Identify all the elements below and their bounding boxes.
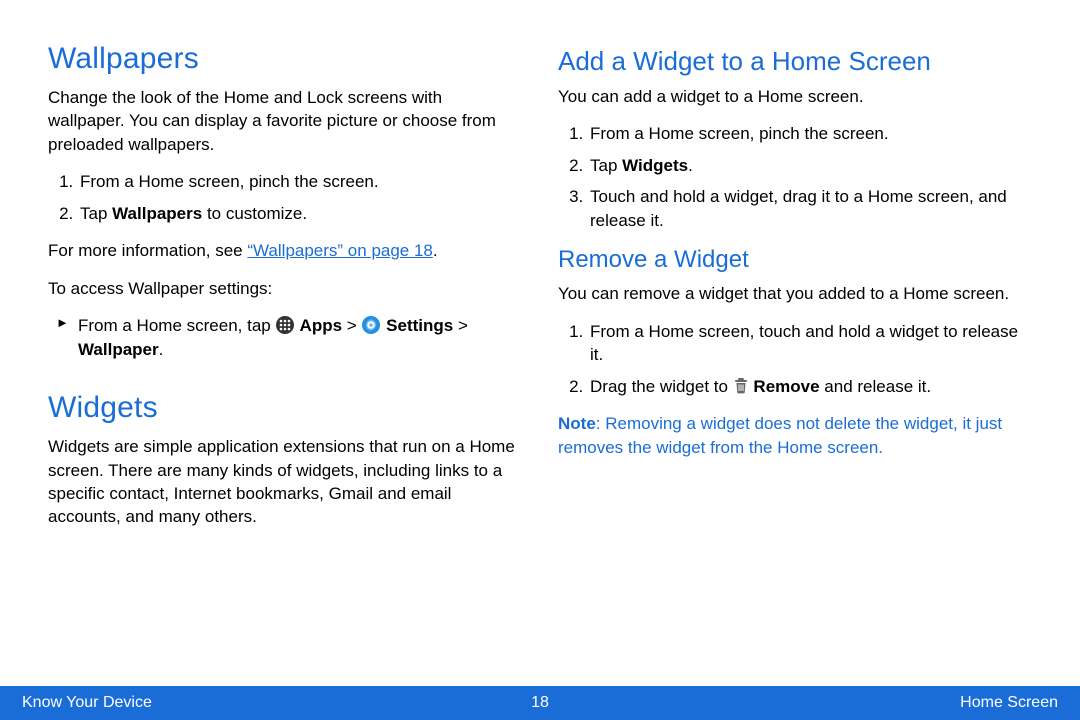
footer-left: Know Your Device <box>22 694 152 712</box>
apps-icon <box>276 316 294 334</box>
text: For more information, see <box>48 241 247 260</box>
text: Tap <box>590 156 622 175</box>
settings-icon <box>362 316 380 334</box>
text: . <box>159 340 164 359</box>
right-column: Add a Widget to a Home Screen You can ad… <box>558 42 1032 543</box>
bold-text: Wallpapers <box>112 204 202 223</box>
page: Wallpapers Change the look of the Home a… <box>0 0 1080 720</box>
text: . <box>433 241 438 260</box>
text: and release it. <box>820 377 932 396</box>
remove-widget-note: Note: Removing a widget does not delete … <box>558 412 1032 459</box>
note-label: Note <box>558 414 596 433</box>
text: Drag the widget to <box>590 377 733 396</box>
page-footer: Know Your Device 18 Home Screen <box>0 686 1080 720</box>
add-widget-intro: You can add a widget to a Home screen. <box>558 85 1032 108</box>
text: > <box>347 316 362 335</box>
remove-widget-intro: You can remove a widget that you added t… <box>558 282 1032 305</box>
bold-text: Widgets <box>622 156 688 175</box>
content-area: Wallpapers Change the look of the Home a… <box>0 0 1080 543</box>
remove-widget-step-2: Drag the widget to Remove and release it… <box>588 375 1032 398</box>
trash-icon <box>734 377 748 394</box>
add-widget-heading: Add a Widget to a Home Screen <box>558 46 1032 77</box>
wallpapers-intro: Change the look of the Home and Lock scr… <box>48 86 522 156</box>
text: to customize. <box>202 204 307 223</box>
widgets-heading: Widgets <box>48 391 522 425</box>
wallpapers-step-2: Tap Wallpapers to customize. <box>78 202 522 225</box>
bold-text: Settings <box>381 316 458 335</box>
wallpapers-access-item: From a Home screen, tap Apps > Settings … <box>56 314 522 361</box>
wallpapers-access-intro: To access Wallpaper settings: <box>48 277 522 300</box>
remove-widget-step-1: From a Home screen, touch and hold a wid… <box>588 320 1032 367</box>
add-widget-steps: From a Home screen, pinch the screen. Ta… <box>558 122 1032 232</box>
add-widget-step-2: Tap Widgets. <box>588 154 1032 177</box>
text: . <box>688 156 693 175</box>
add-widget-step-3: Touch and hold a widget, drag it to a Ho… <box>588 185 1032 232</box>
wallpapers-heading: Wallpapers <box>48 42 522 76</box>
footer-page-number: 18 <box>531 694 549 712</box>
note-text: : Removing a widget does not delete the … <box>558 414 1002 456</box>
wallpapers-access-list: From a Home screen, tap Apps > Settings … <box>48 314 522 361</box>
left-column: Wallpapers Change the look of the Home a… <box>48 42 522 543</box>
add-widget-step-1: From a Home screen, pinch the screen. <box>588 122 1032 145</box>
wallpapers-step-1: From a Home screen, pinch the screen. <box>78 170 522 193</box>
remove-widget-steps: From a Home screen, touch and hold a wid… <box>558 320 1032 398</box>
bold-text: Wallpaper <box>78 340 159 359</box>
bold-text: Remove <box>749 377 820 396</box>
text: > <box>458 316 468 335</box>
widgets-intro: Widgets are simple application extension… <box>48 435 522 529</box>
text: From a Home screen, tap <box>78 316 275 335</box>
wallpapers-page-link[interactable]: “Wallpapers” on page 18 <box>247 241 433 260</box>
remove-widget-heading: Remove a Widget <box>558 246 1032 274</box>
text: Tap <box>80 204 112 223</box>
footer-right: Home Screen <box>960 694 1058 712</box>
bold-text: Apps <box>295 316 346 335</box>
wallpapers-more-info: For more information, see “Wallpapers” o… <box>48 239 522 262</box>
wallpapers-steps: From a Home screen, pinch the screen. Ta… <box>48 170 522 225</box>
